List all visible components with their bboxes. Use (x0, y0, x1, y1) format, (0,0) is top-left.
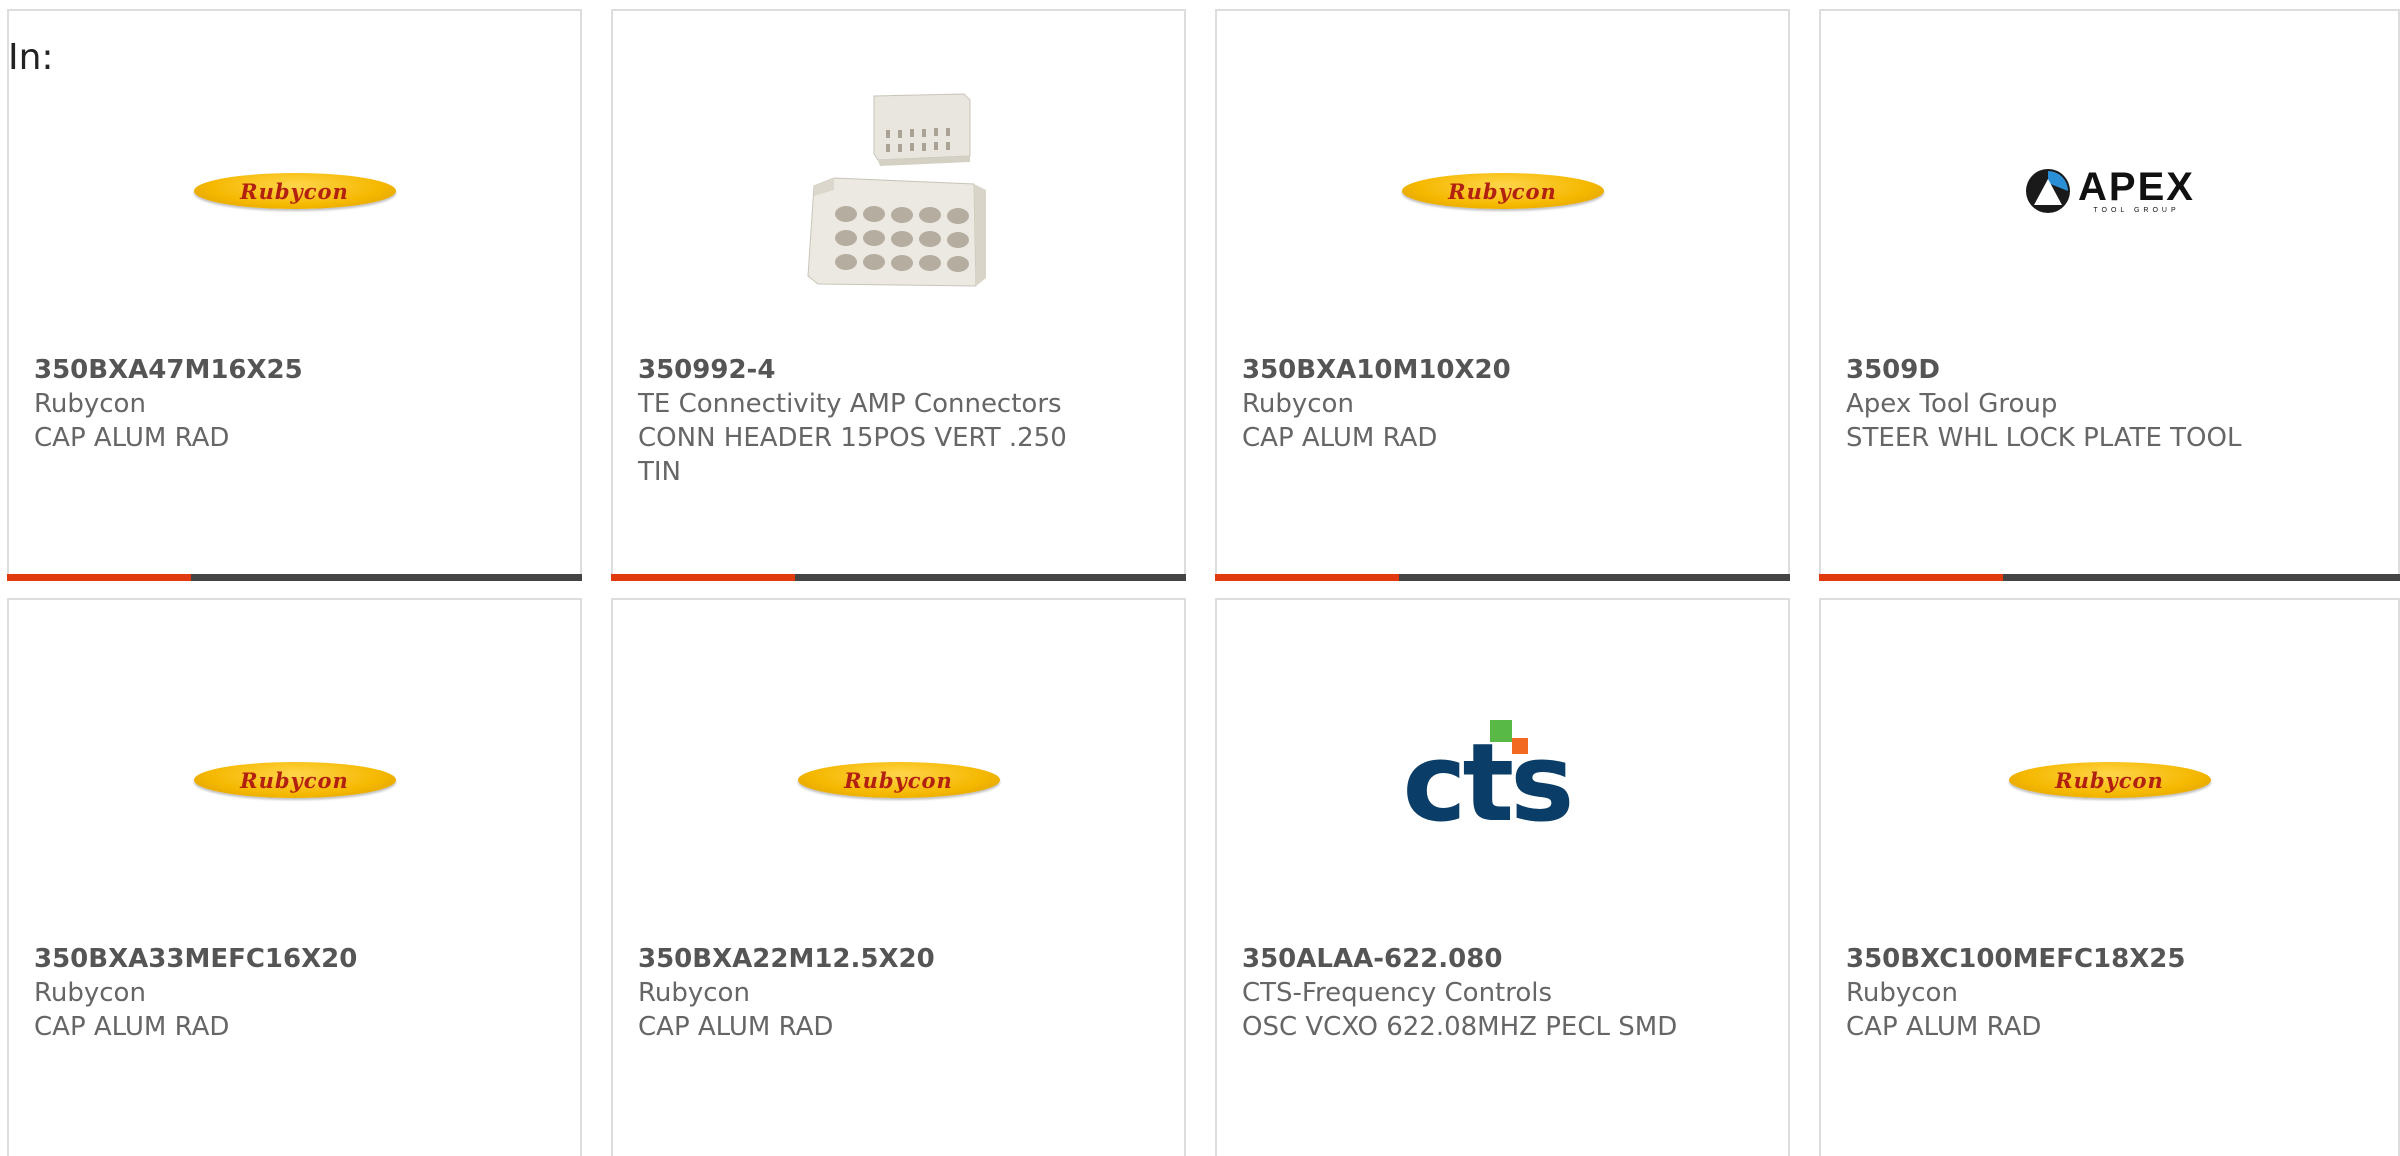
product-grid-page: In: Rubycon 350BXA47M16X25 Rubycon CAP A… (0, 0, 2400, 1156)
product-image: APEX TOOL GROUP (1821, 71, 2398, 311)
manufacturer-name: Rubycon (1846, 978, 1958, 1008)
part-number-link[interactable]: 350992-4 (638, 353, 1159, 387)
product-card[interactable]: Rubycon 350BXA33MEFC16X20 Rubycon CAP AL… (7, 598, 582, 1156)
part-number-link[interactable]: 350BXA22M12.5X20 (638, 942, 1159, 976)
product-card[interactable]: Rubycon 350BXC100MEFC18X25 Rubycon CAP A… (1819, 598, 2400, 1156)
manufacturer-name: TE Connectivity AMP Connectors (638, 389, 1062, 419)
card-bottom-bar (611, 574, 1186, 581)
manufacturer-name: Rubycon (34, 978, 146, 1008)
manufacturer-name: Rubycon (638, 978, 750, 1008)
product-image: cts (1217, 660, 1788, 900)
part-number-link[interactable]: 350BXC100MEFC18X25 (1846, 942, 2373, 976)
part-number-link[interactable]: 3509D (1846, 353, 2373, 387)
manufacturer-name: CTS-Frequency Controls (1242, 978, 1553, 1008)
product-image: Rubycon (613, 660, 1184, 900)
manufacturer-name: Apex Tool Group (1846, 389, 2058, 419)
product-image: Rubycon (1821, 660, 2398, 900)
rubycon-logo-icon: Rubycon (2008, 762, 2211, 798)
product-description: OSC VCXO 622.08MHZ PECL SMD (1242, 1012, 1678, 1042)
product-image: Rubycon (9, 71, 580, 311)
product-description: STEER WHL LOCK PLATE TOOL (1846, 423, 2242, 453)
manufacturer-name: Rubycon (1242, 389, 1354, 419)
product-image: Rubycon (1217, 71, 1788, 311)
part-number-link[interactable]: 350ALAA-622.080 (1242, 942, 1763, 976)
product-description: CAP ALUM RAD (1846, 1012, 2042, 1042)
product-description: CAP ALUM RAD (638, 1012, 834, 1042)
rubycon-logo-icon: Rubycon (797, 762, 1000, 798)
product-image (613, 71, 1184, 311)
rubycon-logo-icon: Rubycon (193, 762, 396, 798)
product-card[interactable]: APEX TOOL GROUP 3509D Apex Tool Group ST… (1819, 9, 2400, 581)
part-number-link[interactable]: 350BXA10M10X20 (1242, 353, 1763, 387)
apex-logo-icon: APEX TOOL GROUP (2024, 167, 2195, 215)
cts-logo-icon: cts (1402, 720, 1574, 846)
rubycon-logo-icon: Rubycon (1401, 173, 1604, 209)
card-bottom-bar (1819, 574, 2400, 581)
product-card[interactable]: Rubycon 350BXA22M12.5X20 Rubycon CAP ALU… (611, 598, 1186, 1156)
product-card[interactable]: cts 350ALAA-622.080 CTS-Frequency Contro… (1215, 598, 1790, 1156)
product-card[interactable]: Rubycon 350BXA10M10X20 Rubycon CAP ALUM … (1215, 9, 1790, 581)
part-number-link[interactable]: 350BXA47M16X25 (34, 353, 555, 387)
product-description: CAP ALUM RAD (1242, 423, 1438, 453)
manufacturer-name: Rubycon (34, 389, 146, 419)
rubycon-logo-icon: Rubycon (193, 173, 396, 209)
product-description: CAP ALUM RAD (34, 1012, 230, 1042)
product-description: CONN HEADER 15POS VERT .250 TIN (638, 423, 1067, 487)
part-number-link[interactable]: 350BXA33MEFC16X20 (34, 942, 555, 976)
filter-in-label: In: (8, 37, 54, 78)
product-description: CAP ALUM RAD (34, 423, 230, 453)
card-bottom-bar (7, 574, 582, 581)
connector-header-image (794, 86, 1004, 296)
product-card[interactable]: Rubycon 350BXA47M16X25 Rubycon CAP ALUM … (7, 9, 582, 581)
card-bottom-bar (1215, 574, 1790, 581)
product-card[interactable]: 350992-4 TE Connectivity AMP Connectors … (611, 9, 1186, 581)
product-image: Rubycon (9, 660, 580, 900)
